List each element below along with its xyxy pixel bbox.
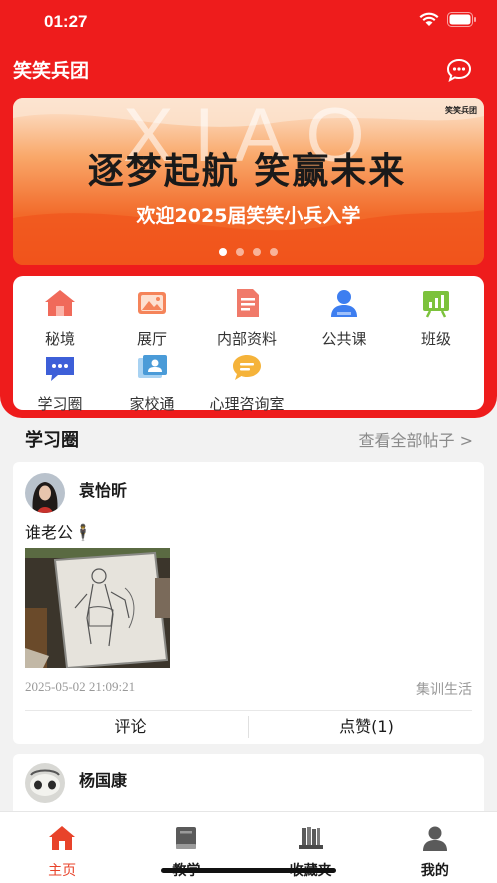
status-time: 01:27 xyxy=(44,12,88,31)
menu-item-zhanting[interactable]: 展厅 xyxy=(107,288,197,349)
comment-button[interactable]: 评论 xyxy=(13,711,248,743)
carousel-indicator xyxy=(0,248,497,256)
chat-dots-icon xyxy=(46,357,74,381)
wifi-icon xyxy=(419,12,439,26)
tab-label: 我的 xyxy=(420,863,449,879)
status-icons xyxy=(419,12,477,27)
banner-logo: 笑笑兵团 xyxy=(445,106,477,115)
chart-board-icon xyxy=(423,291,449,318)
app-title: 笑笑兵团 xyxy=(13,60,90,82)
book-icon xyxy=(176,827,197,849)
menu-item-xinli-zixun[interactable]: 心理咨询室 xyxy=(202,353,292,414)
battery-icon xyxy=(447,12,476,27)
banner-headline: 逐梦起航 笑赢未来 xyxy=(87,151,407,192)
post-author[interactable]: 杨国康 xyxy=(79,767,127,791)
tab-home[interactable]: 主页 xyxy=(0,812,124,883)
post-date: 2025-05-02 21:09:21 xyxy=(25,679,136,694)
chat-bubble-icon xyxy=(446,58,472,82)
home-icon xyxy=(49,826,76,850)
section-title: 学习圈 xyxy=(25,430,79,451)
feature-menu: 秘境 展厅 内部资料 公共课 班级 学习圈 家校通 心理咨询室 xyxy=(13,276,484,413)
user-icon xyxy=(422,826,447,851)
speech-bubble-icon xyxy=(233,355,261,380)
message-button[interactable] xyxy=(446,58,472,82)
avatar[interactable] xyxy=(25,473,65,513)
avatar[interactable] xyxy=(25,763,65,803)
post-card: 袁怡昕 谁老公🕴 2025-05-02 21:09:21 集训生活 评论 点赞(… xyxy=(13,462,484,744)
menu-item-gonggong-ke[interactable]: 公共课 xyxy=(299,288,389,349)
post-actions: 评论 点赞(1) xyxy=(13,711,484,743)
carousel-dot[interactable] xyxy=(270,248,278,256)
menu-item-label: 公共课 xyxy=(321,330,367,348)
contact-card-icon xyxy=(138,355,167,378)
status-bar: 01:27 xyxy=(0,0,497,44)
banner-carousel[interactable]: XIAO 逐梦起航 笑赢未来 欢迎2025届笑笑小兵入学 笑笑兵团 xyxy=(13,98,484,265)
menu-item-label: 展厅 xyxy=(136,330,167,348)
tab-label: 主页 xyxy=(48,863,77,879)
sketch-photo xyxy=(25,548,170,668)
document-icon xyxy=(237,289,259,317)
books-shelf-icon xyxy=(298,827,323,849)
menu-item-xuexi-quan[interactable]: 学习圈 xyxy=(15,353,105,414)
carousel-dot[interactable] xyxy=(253,248,261,256)
carousel-dot[interactable] xyxy=(236,248,244,256)
post-tag[interactable]: 集训生活 xyxy=(416,679,472,699)
menu-item-neibu-ziliao[interactable]: 内部资料 xyxy=(202,288,292,349)
menu-item-label: 秘境 xyxy=(44,330,75,348)
menu-item-jiaxiao-tong[interactable]: 家校通 xyxy=(107,353,197,414)
menu-item-banji[interactable]: 班级 xyxy=(391,288,481,349)
menu-item-label: 班级 xyxy=(420,330,451,348)
menu-item-mijing[interactable]: 秘境 xyxy=(15,288,105,349)
menu-item-label: 家校通 xyxy=(129,395,175,413)
banner-subtitle: 欢迎2025届笑笑小兵入学 xyxy=(136,205,361,227)
post-image[interactable] xyxy=(25,548,170,668)
menu-item-label: 心理咨询室 xyxy=(209,395,285,413)
avatar-image xyxy=(25,473,65,513)
picture-icon xyxy=(138,292,166,314)
carousel-dot[interactable] xyxy=(219,248,227,256)
menu-item-label: 学习圈 xyxy=(37,395,83,413)
see-all-posts-link[interactable]: 查看全部帖子 > xyxy=(359,427,474,451)
house-icon xyxy=(45,290,75,316)
post-text: 谁老公🕴 xyxy=(25,523,93,542)
person-icon xyxy=(331,290,357,317)
menu-item-label: 内部资料 xyxy=(216,330,277,348)
like-button[interactable]: 点赞(1) xyxy=(249,711,484,743)
avatar-image xyxy=(25,763,65,803)
post-author[interactable]: 袁怡昕 xyxy=(79,477,127,501)
home-indicator xyxy=(161,868,336,873)
tab-me[interactable]: 我的 xyxy=(373,812,497,883)
